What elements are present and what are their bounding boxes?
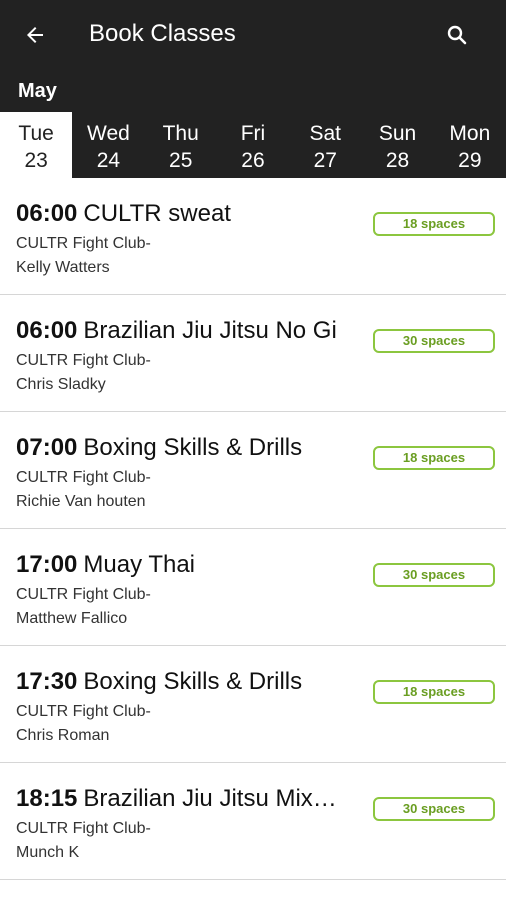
day-tab-tue-23[interactable]: Tue 23	[0, 112, 73, 178]
day-date: 27	[313, 149, 337, 172]
app-bar: Book Classes May Tue 23 Wed 24 Thu 25 Fr…	[0, 0, 506, 178]
class-row[interactable]: 17:30 Boxing Skills & Drills CULTR Fight …	[0, 646, 506, 763]
class-club: CULTR Fight Club-	[16, 820, 151, 837]
search-button[interactable]	[440, 18, 474, 52]
day-of-week: Sun	[378, 122, 417, 145]
day-of-week: Sat	[309, 122, 342, 145]
class-coach: Chris Roman	[16, 727, 110, 744]
class-name: Boxing Skills & Drills	[83, 434, 303, 461]
class-club: CULTR Fight Club-	[16, 586, 151, 603]
class-club: CULTR Fight Club-	[16, 352, 151, 369]
class-time: 06:00	[16, 200, 78, 227]
class-club: CULTR Fight Club-	[16, 469, 151, 486]
day-date: 26	[241, 149, 265, 172]
class-name: Boxing Skills & Drills	[83, 668, 303, 695]
back-button[interactable]	[18, 18, 52, 52]
spaces-badge[interactable]: 18 spaces	[373, 212, 495, 236]
class-title: 07:00 Boxing Skills & Drills	[16, 434, 302, 462]
class-coach: Chris Sladky	[16, 376, 106, 393]
day-of-week: Thu	[162, 122, 199, 145]
class-row[interactable]: 17:00 Muay Thai CULTR Fight Club- Matthew…	[0, 529, 506, 646]
class-coach: Richie Van houten	[16, 493, 146, 510]
class-club: CULTR Fight Club-	[16, 703, 151, 720]
class-title: 06:00 CULTR sweat	[16, 200, 231, 228]
class-name: Brazilian Jiu Jitsu No Gi	[83, 317, 337, 344]
spaces-badge[interactable]: 30 spaces	[373, 329, 495, 353]
class-club: CULTR Fight Club-	[16, 235, 151, 252]
day-of-week: Fri	[240, 122, 266, 145]
spaces-badge[interactable]: 30 spaces	[373, 563, 495, 587]
class-coach: Matthew Fallico	[16, 610, 128, 627]
class-name: CULTR sweat	[83, 200, 231, 227]
class-time: 06:00	[16, 317, 78, 344]
class-row[interactable]: 06:00 Brazilian Jiu Jitsu No Gi CULTR Fig…	[0, 295, 506, 412]
class-row[interactable]: 18:15 Brazilian Jiu Jitsu Mix… CULTR Figh…	[0, 763, 506, 880]
day-tab-sat-27[interactable]: Sat 27	[289, 112, 361, 178]
class-name: Muay Thai	[83, 551, 195, 578]
class-time: 18:15	[16, 785, 78, 812]
class-time: 17:30	[16, 668, 78, 695]
class-title: 17:30 Boxing Skills & Drills	[16, 668, 302, 696]
month-label: May	[18, 80, 57, 102]
class-time: 17:00	[16, 551, 78, 578]
class-list: 06:00 CULTR sweat CULTR Fight Club- Kelly…	[0, 178, 506, 880]
spaces-badge[interactable]: 18 spaces	[373, 446, 495, 470]
day-selector: Tue 23 Wed 24 Thu 25 Fri 26 Sat 27 Sun 2…	[0, 112, 506, 178]
day-of-week: Mon	[449, 122, 491, 145]
class-title: 18:15 Brazilian Jiu Jitsu Mix…	[16, 785, 337, 813]
day-date: 25	[169, 149, 193, 172]
day-date: 23	[24, 149, 48, 172]
day-tab-wed-24[interactable]: Wed 24	[72, 112, 144, 178]
day-tab-sun-28[interactable]: Sun 28	[361, 112, 433, 178]
class-coach: Kelly Watters	[16, 259, 110, 276]
page-title: Book Classes	[89, 20, 236, 47]
spaces-badge[interactable]: 18 spaces	[373, 680, 495, 704]
toolbar: Book Classes	[0, 0, 506, 70]
class-title: 06:00 Brazilian Jiu Jitsu No Gi	[16, 317, 337, 345]
class-coach: Munch K	[16, 844, 80, 861]
search-icon	[447, 25, 467, 45]
class-name: Brazilian Jiu Jitsu Mix…	[83, 785, 337, 812]
day-date: 24	[96, 149, 121, 172]
class-row[interactable]: 07:00 Boxing Skills & Drills CULTR Fight …	[0, 412, 506, 529]
day-tab-fri-26[interactable]: Fri 26	[217, 112, 289, 178]
class-row[interactable]: 06:00 CULTR sweat CULTR Fight Club- Kelly…	[0, 178, 506, 295]
day-of-week: Tue	[18, 122, 54, 145]
arrow-left-icon	[27, 27, 43, 43]
spaces-badge[interactable]: 30 spaces	[373, 797, 495, 821]
day-tab-mon-29[interactable]: Mon 29	[434, 112, 506, 178]
class-time: 07:00	[16, 434, 78, 461]
day-date: 29	[458, 149, 482, 172]
class-title: 17:00 Muay Thai	[16, 551, 195, 579]
day-date: 28	[385, 149, 410, 172]
day-of-week: Wed	[87, 122, 130, 145]
day-tab-thu-25[interactable]: Thu 25	[145, 112, 217, 178]
